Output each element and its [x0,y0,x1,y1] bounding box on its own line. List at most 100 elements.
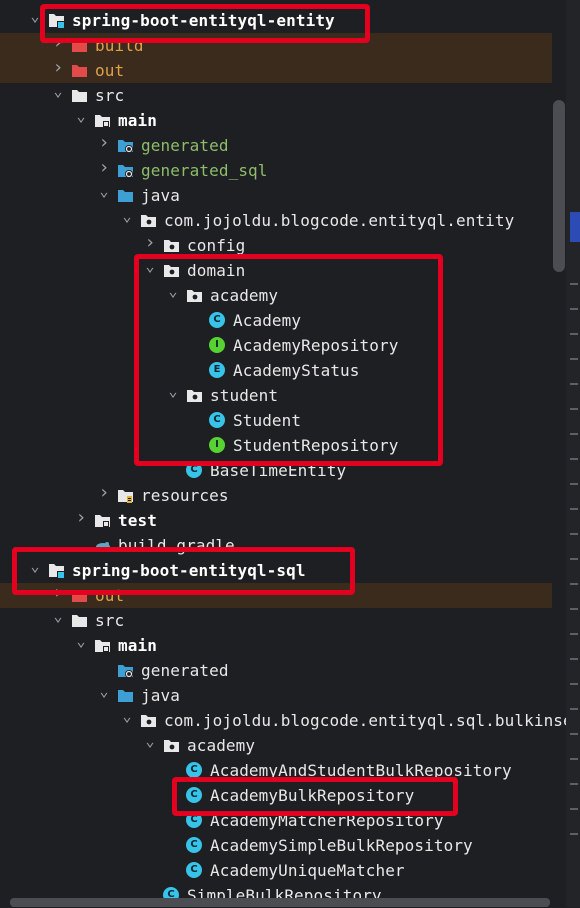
chevron-down-icon[interactable]: ⌄ [28,8,42,24]
tree-node-java2[interactable]: ⌄ java [0,683,552,708]
class-icon: C [186,462,203,479]
chevron-down-icon[interactable]: ⌄ [74,108,88,124]
class-icon: C [209,312,226,329]
tree-node-pkg1[interactable]: ⌄ com.jojoldu.blogcode.entityql.entity [0,208,552,233]
tree-node-build[interactable]: › build [0,33,552,58]
tree-node-label: src [95,611,125,630]
generated-folder-icon [117,162,134,179]
chevron-right-icon[interactable]: › [143,234,157,252]
tree-node-gen2[interactable]: generated [0,658,552,683]
source-folder-icon [117,687,134,704]
tree-node-gen1[interactable]: › generated [0,133,552,158]
tree-node-label: out [95,586,125,605]
tree-node-out1[interactable]: › out [0,58,552,83]
gutter-mark [570,633,578,635]
chevron-down-icon[interactable]: ⌄ [143,258,157,274]
tree-node-academy-c[interactable]: C Academy [0,308,552,333]
chevron-right-icon[interactable]: › [51,584,65,602]
project-tree: ⌄ spring-boot-entityql-entity › build › out ⌄ s… [0,0,580,907]
chevron-down-icon[interactable]: ⌄ [51,83,65,99]
tree-node-academystatus[interactable]: E AcademyStatus [0,358,552,383]
tree-node-label: spring-boot-entityql-entity [72,11,335,30]
tree-node-aum[interactable]: C AcademyUniqueMatcher [0,858,552,883]
tree-node-java1[interactable]: ⌄ java [0,183,552,208]
chevron-right-icon[interactable]: › [74,509,88,527]
tree-node-main1[interactable]: ⌄ main [0,108,552,133]
chevron-down-icon[interactable]: ⌄ [166,383,180,399]
tree-node-studentrepo[interactable]: I StudentRepository [0,433,552,458]
chevron-down-icon[interactable]: ⌄ [120,208,134,224]
tree-node-buildgradle[interactable]: build.gradle [0,533,552,558]
editor-gutter [566,0,580,907]
package-icon [140,212,157,229]
tree-node-mod1[interactable]: ⌄ spring-boot-entityql-entity [0,8,552,33]
gutter-mark [570,708,578,710]
chevron-right-icon[interactable]: › [51,34,65,52]
chevron-down-icon[interactable]: ⌄ [51,608,65,624]
tree-node-config[interactable]: › config [0,233,552,258]
gutter-mark [570,483,578,485]
chevron-right-icon[interactable]: › [51,59,65,77]
tree-node-label: academy [210,286,279,305]
tree-node-basetime[interactable]: C BaseTimeEntity [0,458,552,483]
tree-node-test[interactable]: › test [0,508,552,533]
tree-node-src2[interactable]: ⌄ src [0,608,552,633]
tree-node-gensql[interactable]: › generated_sql [0,158,552,183]
tree-node-label: AcademyStatus [233,361,360,380]
chevron-right-icon[interactable]: › [97,159,111,177]
chevron-down-icon[interactable]: ⌄ [120,708,134,724]
tree-node-student[interactable]: ⌄ student [0,383,552,408]
tree-node-out2[interactable]: › out [0,583,552,608]
tree-node-domain[interactable]: ⌄ domain [0,258,552,283]
generated-folder-icon [117,137,134,154]
tree-node-src1[interactable]: ⌄ src [0,83,552,108]
tree-node-academy2[interactable]: ⌄ academy [0,733,552,758]
chevron-down-icon[interactable]: ⌄ [143,733,157,749]
folder-icon [71,87,88,104]
tree-node-label: generated [141,661,229,680]
tree-node-academy1[interactable]: ⌄ academy [0,283,552,308]
tree-node-label: AcademySimpleBulkRepository [210,836,473,855]
gutter-mark [570,808,578,810]
gutter-mark [570,533,578,535]
interface-icon: I [209,337,226,354]
chevron-down-icon[interactable]: ⌄ [74,633,88,649]
tree-node-label: resources [141,486,229,505]
tree-node-label: main [118,636,157,655]
tree-node-asbr[interactable]: C AcademySimpleBulkRepository [0,833,552,858]
tree-node-pkg2[interactable]: ⌄ com.jojoldu.blogcode.entityql.sql.bulki… [0,708,580,733]
chevron-right-icon[interactable]: › [97,134,111,152]
tree-node-student-c[interactable]: C Student [0,408,552,433]
gutter-mark [570,608,578,610]
chevron-down-icon[interactable]: ⌄ [97,183,111,199]
chevron-right-icon[interactable]: › [97,484,111,502]
chevron-down-icon[interactable]: ⌄ [28,558,42,574]
gutter-mark [570,783,578,785]
gradle-icon [94,537,111,554]
tree-node-mod2[interactable]: ⌄ spring-boot-entityql-sql [0,558,552,583]
gutter-mark [570,833,578,835]
class-icon: C [209,412,226,429]
tree-node-label: BaseTimeEntity [210,461,347,480]
gutter-mark [570,408,578,410]
tree-node-abr[interactable]: C AcademyBulkRepository [0,783,552,808]
gutter-mark [570,308,578,310]
tree-node-academyrepo[interactable]: I AcademyRepository [0,333,552,358]
horizontal-scrollbar[interactable] [10,898,550,907]
tree-node-amr[interactable]: C AcademyMatcherRepository [0,808,552,833]
tree-node-label: AcademyMatcherRepository [210,811,444,830]
chevron-down-icon[interactable]: ⌄ [166,283,180,299]
tree-node-resources[interactable]: › resources [0,483,552,508]
tree-node-main2[interactable]: ⌄ main [0,633,552,658]
tree-node-label: com.jojoldu.blogcode.entityql.sql.bulkin… [164,711,580,730]
chevron-down-icon[interactable]: ⌄ [97,683,111,699]
tree-node-label: domain [187,261,246,280]
tree-node-label: build.gradle [118,536,235,555]
gutter-mark [570,283,578,285]
package-icon [140,712,157,729]
tree-node-aasbr[interactable]: C AcademyAndStudentBulkRepository [0,758,552,783]
folder-red-icon [71,587,88,604]
tree-node-label: AcademyBulkRepository [210,786,415,805]
vertical-scrollbar[interactable] [553,100,565,272]
gutter-mark [570,758,578,760]
